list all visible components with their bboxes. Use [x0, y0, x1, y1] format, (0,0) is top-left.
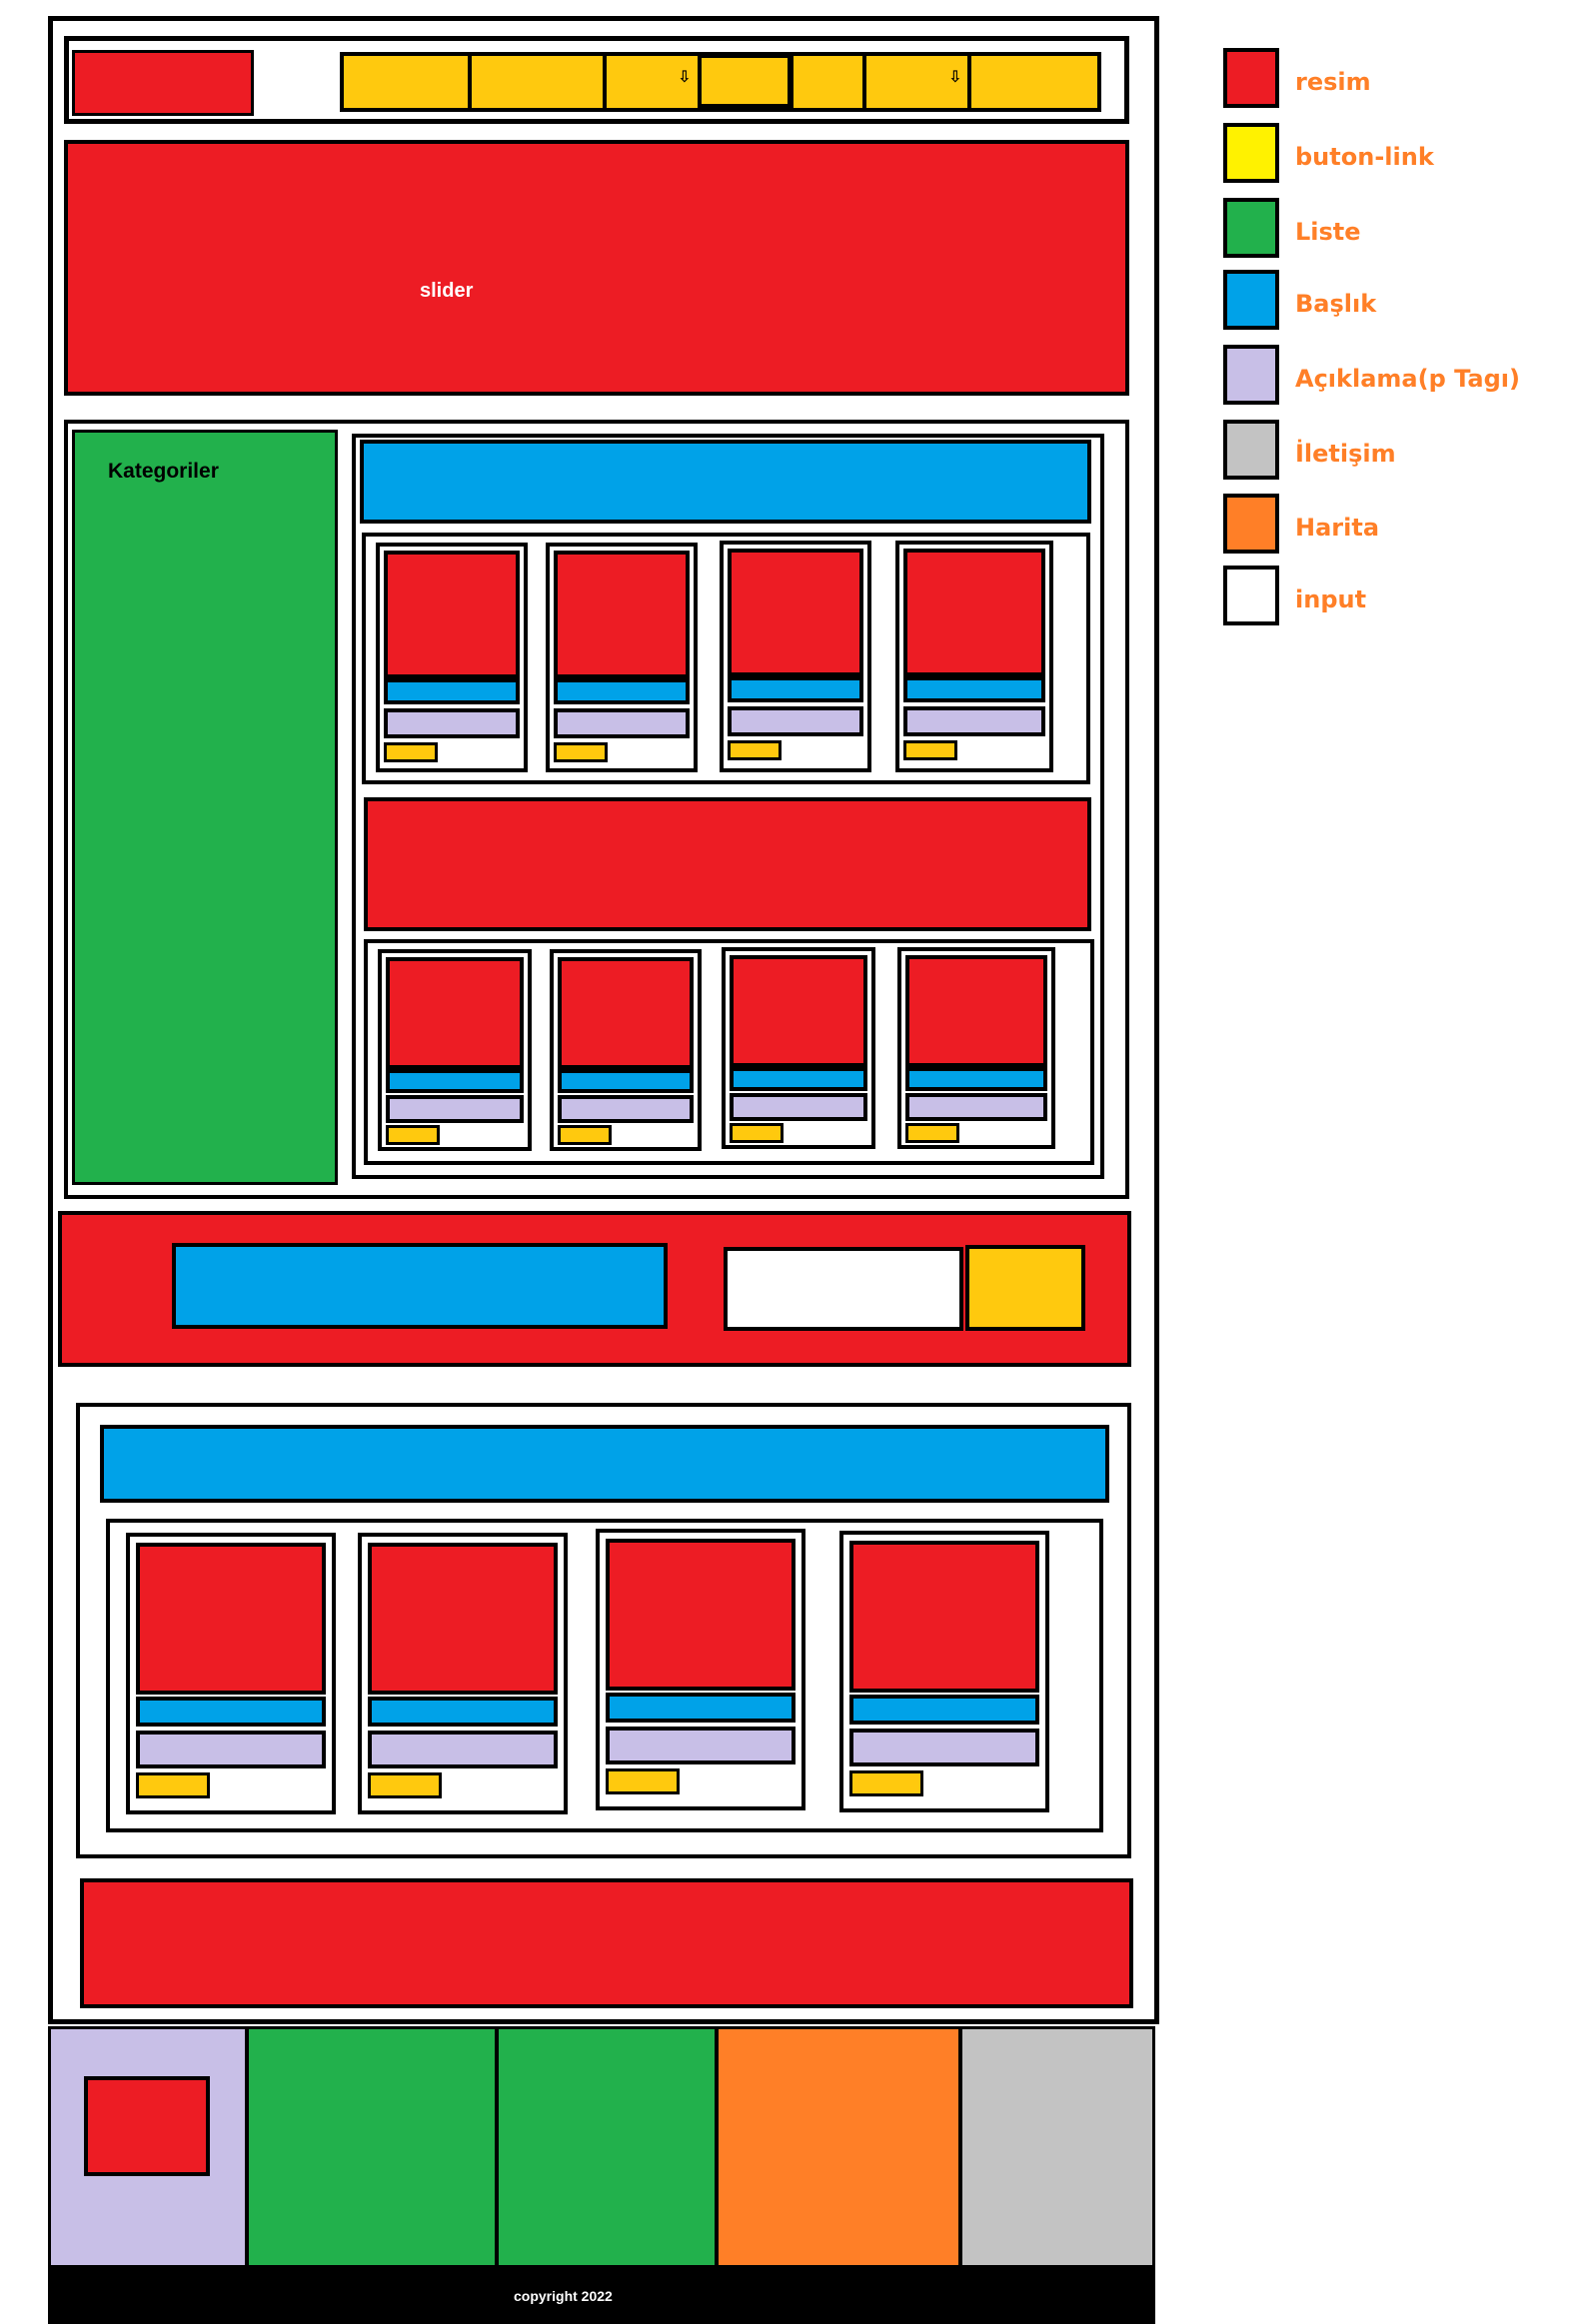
- product-title: [554, 678, 690, 704]
- footer-contact: [959, 2026, 1155, 2268]
- newsletter-email-input[interactable]: [724, 1247, 963, 1331]
- footer-logo-image[interactable]: [84, 2076, 210, 2176]
- slider-label: slider: [420, 280, 474, 302]
- product-image[interactable]: [905, 955, 1047, 1067]
- legend-swatch: [1223, 494, 1279, 554]
- product-image[interactable]: [903, 549, 1045, 676]
- product-button[interactable]: [554, 742, 608, 762]
- product-description: [730, 1093, 867, 1121]
- product-description: [849, 1729, 1039, 1766]
- product-button[interactable]: [849, 1770, 923, 1796]
- legend-label: İletişim: [1295, 440, 1396, 468]
- footer-links-list[interactable]: [496, 2026, 718, 2268]
- nav-divider: [603, 52, 607, 112]
- product-image[interactable]: [728, 549, 863, 676]
- product-description: [728, 706, 863, 736]
- newsletter-heading: [172, 1243, 668, 1329]
- legend-swatch: [1223, 420, 1279, 480]
- legend-label: input: [1295, 585, 1367, 613]
- legend-label: Açıklama(p Tagı): [1295, 365, 1520, 393]
- product-image[interactable]: [606, 1539, 796, 1691]
- product-image[interactable]: [849, 1541, 1039, 1693]
- product-image[interactable]: [136, 1543, 326, 1695]
- legend-swatch: [1223, 345, 1279, 405]
- product-title: [558, 1069, 694, 1093]
- product-button[interactable]: [728, 740, 782, 760]
- product-description: [558, 1095, 694, 1123]
- legend-swatch: [1223, 48, 1279, 108]
- product-image[interactable]: [558, 957, 694, 1069]
- section-heading: [360, 440, 1091, 524]
- categories-label: Kategoriler: [108, 460, 219, 483]
- product-image[interactable]: [384, 551, 520, 678]
- legend-swatch: [1223, 123, 1279, 183]
- product-button[interactable]: [386, 1125, 440, 1145]
- slider[interactable]: [64, 140, 1129, 396]
- legend-swatch: [1223, 566, 1279, 625]
- product-title: [728, 676, 863, 702]
- legend-label: buton-link: [1295, 143, 1434, 171]
- product-image[interactable]: [554, 551, 690, 678]
- nav-divider: [967, 52, 971, 112]
- legend-label: Başlık: [1295, 290, 1377, 318]
- footer-map[interactable]: [716, 2026, 961, 2268]
- product-description: [903, 706, 1045, 736]
- product-button[interactable]: [606, 1768, 680, 1794]
- product-button[interactable]: [368, 1772, 442, 1798]
- nav-divider: [862, 52, 866, 112]
- product-button[interactable]: [136, 1772, 210, 1798]
- featured-heading: [100, 1425, 1109, 1503]
- copyright-text: copyright 2022: [514, 2288, 613, 2304]
- product-button[interactable]: [905, 1123, 959, 1143]
- nav-divider: [468, 52, 472, 112]
- bottom-banner-image[interactable]: [80, 1878, 1133, 2008]
- product-title: [386, 1069, 524, 1093]
- banner-image[interactable]: [364, 797, 1091, 931]
- product-image[interactable]: [730, 955, 867, 1067]
- product-description: [136, 1731, 326, 1768]
- product-title: [136, 1697, 326, 1727]
- legend-swatch: [1223, 198, 1279, 258]
- product-title: [384, 678, 520, 704]
- nav-item-active[interactable]: [698, 54, 792, 108]
- product-button[interactable]: [384, 742, 438, 762]
- nav-divider: [790, 52, 794, 112]
- footer-links-list[interactable]: [246, 2026, 498, 2268]
- product-description: [368, 1731, 558, 1768]
- product-image[interactable]: [368, 1543, 558, 1695]
- product-title: [606, 1693, 796, 1723]
- legend-swatch: [1223, 270, 1279, 330]
- legend-label: Harita: [1295, 514, 1380, 542]
- legend-label: Liste: [1295, 218, 1361, 246]
- product-button[interactable]: [903, 740, 957, 760]
- product-title: [905, 1067, 1047, 1091]
- product-description: [606, 1727, 796, 1764]
- product-title: [730, 1067, 867, 1091]
- logo-image[interactable]: [72, 50, 254, 116]
- product-title: [903, 676, 1045, 702]
- product-description: [905, 1093, 1047, 1121]
- product-description: [384, 708, 520, 738]
- product-button[interactable]: [558, 1125, 612, 1145]
- newsletter-submit-button[interactable]: [965, 1245, 1085, 1331]
- product-description: [554, 708, 690, 738]
- product-title: [849, 1695, 1039, 1725]
- categories-list[interactable]: [72, 430, 338, 1185]
- nav-dropdown-arrow-icon[interactable]: ⇩: [678, 70, 691, 86]
- nav-dropdown-arrow-icon[interactable]: ⇩: [948, 70, 961, 86]
- product-title: [368, 1697, 558, 1727]
- product-button[interactable]: [730, 1123, 784, 1143]
- product-image[interactable]: [386, 957, 524, 1069]
- product-description: [386, 1095, 524, 1123]
- legend-label: resim: [1295, 68, 1371, 96]
